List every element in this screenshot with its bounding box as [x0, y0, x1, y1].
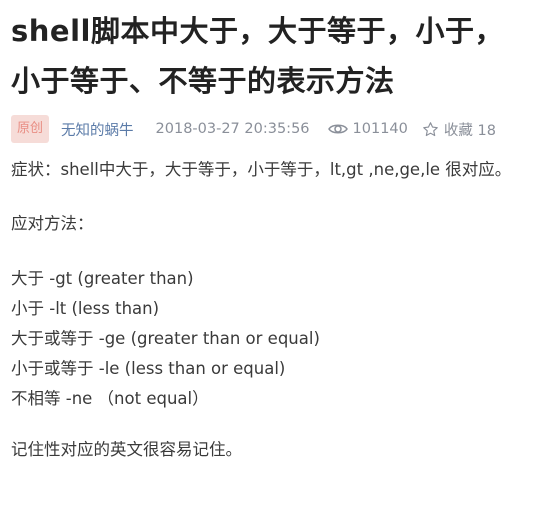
article-body: 症状：shell中大于，大于等于，小于等于，lt,gt ,ne,ge,le 很对… [11, 156, 529, 464]
operator-list: 大于 -gt (greater than) 小于 -lt (less than)… [11, 264, 529, 414]
article-title: shell脚本中大于，大于等于，小于，小于等于、不等于的表示方法 [11, 14, 504, 98]
note-paragraph: 记住性对应的英文很容易记住。 [11, 440, 242, 459]
article-page: shell脚本中大于，大于等于，小于，小于等于、不等于的表示方法 原创 无知的蜗… [0, 0, 541, 523]
list-item: 小于 -lt (less than) [11, 299, 160, 318]
collect-label: 收藏 18 [443, 122, 496, 139]
list-item: 大于 -gt (greater than) [11, 269, 194, 288]
view-count: 101140 [327, 121, 408, 137]
collect-button[interactable]: 收藏 18 [422, 119, 496, 140]
author-link[interactable]: 无知的蜗牛 [61, 119, 134, 140]
symptom-paragraph: 症状：shell中大于，大于等于，小于等于，lt,gt ,ne,ge,le 很对… [11, 160, 512, 179]
method-heading: 应对方法： [11, 214, 94, 233]
eye-icon [327, 124, 348, 134]
star-icon [423, 121, 438, 136]
publish-datetime: 2018-03-27 20:35:56 [155, 121, 310, 137]
article-meta: 原创 无知的蜗牛 2018-03-27 20:35:56 101140 收藏 1… [11, 114, 529, 144]
list-item: 大于或等于 -ge (greater than or equal) [11, 329, 320, 348]
list-item: 不相等 -ne （not equal） [11, 389, 209, 408]
original-badge: 原创 [11, 115, 50, 143]
view-count-value: 101140 [352, 121, 408, 137]
list-item: 小于或等于 -le (less than or equal) [11, 359, 286, 378]
